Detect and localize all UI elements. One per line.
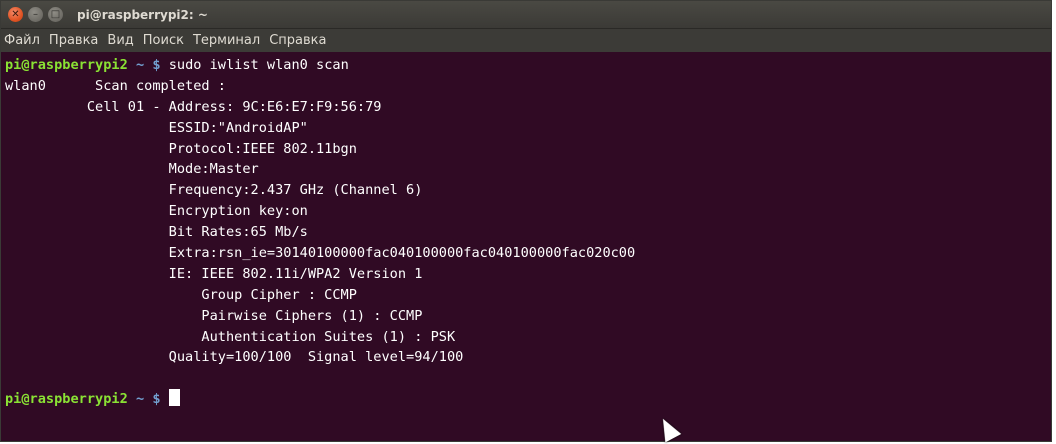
output-line: Pairwise Ciphers (1) : CCMP: [5, 307, 423, 324]
output-line: Authentication Suites (1) : PSK: [5, 328, 456, 345]
close-icon[interactable]: ✕: [8, 7, 23, 22]
title-bar[interactable]: ✕ – □ pi@raspberrypi2: ~: [1, 1, 1051, 29]
output-line: Frequency:2.437 GHz (Channel 6): [5, 182, 423, 199]
menu-edit[interactable]: Правка: [49, 33, 98, 48]
maximize-icon[interactable]: □: [48, 7, 63, 22]
menu-view[interactable]: Вид: [107, 33, 133, 48]
output-line: Cell 01 - Address: 9C:E6:E7:F9:56:79: [5, 98, 382, 115]
output-line: Mode:Master: [5, 161, 259, 178]
prompt-user-host: pi@raspberrypi2: [5, 391, 128, 408]
command-text: sudo iwlist wlan0 scan: [160, 57, 349, 73]
window-title: pi@raspberrypi2: ~: [77, 7, 208, 22]
terminal-window: ✕ – □ pi@raspberrypi2: ~ Файл Правка Вид…: [0, 0, 1052, 442]
prompt-user-host: pi@raspberrypi2: [5, 57, 128, 73]
prompt-path: ~ $: [127, 57, 161, 73]
menu-help[interactable]: Справка: [269, 33, 326, 48]
interface-name: wlan0: [5, 77, 46, 94]
menu-bar: Файл Правка Вид Поиск Терминал Справка: [1, 29, 1051, 52]
output-line: Group Cipher : CCMP: [5, 286, 357, 303]
text-cursor: [168, 389, 180, 407]
menu-terminal[interactable]: Терминал: [193, 33, 260, 48]
output-line: IE: IEEE 802.11i/WPA2 Version 1: [5, 265, 423, 282]
menu-search[interactable]: Поиск: [143, 33, 184, 48]
output-text: Scan completed :: [45, 77, 226, 94]
output-line: Extra:rsn_ie=30140100000fac040100000fac0…: [5, 245, 636, 262]
command-line: pi@raspberrypi2 ~ $ sudo iwlist wlan0 sc…: [5, 55, 1051, 76]
output-line: wlan0 Scan completed :: [5, 76, 1051, 97]
prompt-path: ~ $: [127, 391, 161, 408]
output-line: Protocol:IEEE 802.11bgn: [5, 140, 357, 157]
terminal-output[interactable]: pi@raspberrypi2 ~ $ sudo iwlist wlan0 sc…: [1, 52, 1051, 441]
output-line: ESSID:"AndroidAP": [5, 119, 308, 136]
minimize-icon[interactable]: –: [28, 7, 43, 22]
active-prompt-line[interactable]: pi@raspberrypi2 ~ $: [5, 389, 1051, 410]
output-line: Encryption key:on: [5, 203, 308, 220]
output-line: Quality=100/100 Signal level=94/100: [5, 349, 464, 366]
output-line: Bit Rates:65 Mb/s: [5, 224, 308, 241]
menu-file[interactable]: Файл: [4, 33, 40, 48]
